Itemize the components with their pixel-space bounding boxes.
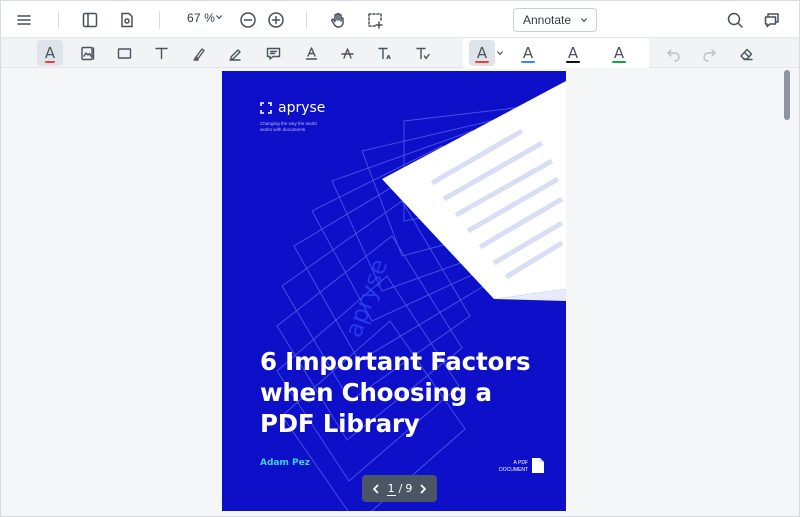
- eraser-button[interactable]: [733, 40, 759, 66]
- text-color-blue-icon: A: [522, 43, 534, 62]
- zoom-out-icon[interactable]: [235, 7, 261, 33]
- replace-text-tool[interactable]: [409, 40, 435, 66]
- current-page-input[interactable]: 1: [386, 482, 396, 496]
- undo-icon: [666, 48, 680, 62]
- header-divider: [159, 11, 160, 29]
- pan-hand-icon[interactable]: [325, 7, 351, 33]
- title-line: when Choosing a: [260, 378, 492, 407]
- header-divider: [58, 11, 59, 29]
- chevron-left-icon: [373, 484, 379, 493]
- zoom-in-icon[interactable]: [263, 7, 289, 33]
- color-swatch-red: [475, 61, 489, 63]
- redo-button[interactable]: [696, 40, 722, 66]
- highlighter-tool[interactable]: [186, 40, 212, 66]
- redo-icon: [702, 48, 716, 62]
- page-settings-icon[interactable]: [114, 7, 140, 33]
- free-hand-pen-icon: [228, 48, 241, 61]
- marquee-select-icon[interactable]: [362, 7, 388, 33]
- previous-page-button[interactable]: [368, 481, 384, 497]
- chevron-down-icon: [581, 18, 587, 23]
- page-indicator: 1 / 9: [386, 482, 413, 496]
- text-color-black-icon: A: [567, 43, 579, 62]
- color-preset-group: A A A A: [463, 38, 649, 68]
- title-line: 6 Important Factors: [260, 347, 531, 376]
- vertical-scrollbar-thumb[interactable]: [784, 70, 790, 120]
- brand-tagline: Changing the way the world works with do…: [260, 121, 317, 132]
- image-annotation-tool[interactable]: [74, 40, 100, 66]
- badge-line: A PDF: [513, 460, 528, 466]
- color-swatch-black: [566, 61, 580, 63]
- free-text-tool[interactable]: [148, 40, 174, 66]
- underline-text-tool[interactable]: [298, 40, 324, 66]
- insert-text-icon: [377, 47, 391, 59]
- pdf-page[interactable]: apryse apryse Changing the way the world…: [222, 71, 566, 511]
- svg-text:apryse: apryse: [339, 255, 393, 341]
- text-color-green-icon: A: [613, 43, 625, 62]
- total-pages: 9: [405, 482, 413, 495]
- document-file-icon: [532, 458, 544, 473]
- color-dropdown-chevron-icon[interactable]: [496, 49, 504, 57]
- page-navigation: 1 / 9: [362, 475, 437, 502]
- free-text-icon: [154, 47, 168, 59]
- next-page-button[interactable]: [415, 481, 431, 497]
- color-preset-blue[interactable]: A: [515, 40, 541, 66]
- comment-icon: [266, 47, 280, 60]
- rectangle-icon: [117, 47, 131, 59]
- highlighter-icon: [192, 47, 205, 61]
- apryse-logo-icon: [260, 102, 272, 114]
- insert-text-tool[interactable]: [371, 40, 397, 66]
- toolbar-mode-select[interactable]: Annotate: [513, 8, 597, 32]
- text-color-tool[interactable]: A: [37, 40, 63, 66]
- strikeout-text-tool[interactable]: [334, 40, 360, 66]
- text-color-red-icon: A: [476, 43, 488, 62]
- comments-panel-icon[interactable]: [759, 7, 785, 33]
- cover-illustration: apryse: [276, 81, 566, 511]
- search-icon[interactable]: [722, 7, 748, 33]
- rectangle-tool[interactable]: [111, 40, 137, 66]
- brand-name: apryse: [278, 100, 326, 116]
- brand-logo: apryse: [259, 100, 325, 116]
- replace-text-icon: [415, 47, 430, 59]
- pdf-viewer-window: 67 % Annotate A A A A A apryse apryse Ch…: [0, 0, 800, 517]
- zoom-dropdown-chevron-icon[interactable]: [215, 13, 223, 21]
- title-line: PDF Library: [260, 409, 420, 438]
- badge-line: DOCUMENT: [499, 467, 528, 473]
- underline-text-icon: [305, 46, 317, 60]
- image-annotation-icon: [80, 46, 94, 60]
- color-swatch-blue: [521, 61, 535, 63]
- document-title: 6 Important Factors when Choosing a PDF …: [260, 346, 560, 439]
- header-divider: [306, 11, 307, 29]
- page-separator: /: [398, 482, 403, 495]
- undo-button[interactable]: [660, 40, 686, 66]
- top-header: 67 % Annotate: [1, 1, 799, 38]
- strikeout-text-icon: [340, 47, 354, 59]
- text-color-icon: A: [44, 43, 56, 62]
- chevron-right-icon: [420, 484, 426, 493]
- document-badge: A PDF DOCUMENT: [490, 460, 528, 474]
- toggle-left-panel-icon[interactable]: [77, 7, 103, 33]
- author-name: Adam Pez: [260, 458, 310, 468]
- color-preset-red[interactable]: A: [469, 40, 495, 66]
- hamburger-menu-icon[interactable]: [11, 7, 37, 33]
- color-preset-green[interactable]: A: [606, 40, 632, 66]
- free-hand-tool[interactable]: [222, 40, 248, 66]
- comment-tool[interactable]: [260, 40, 286, 66]
- zoom-level[interactable]: 67 %: [187, 11, 215, 25]
- color-swatch-green: [612, 61, 626, 63]
- eraser-icon: [739, 48, 753, 60]
- text-color-swatch: [45, 61, 55, 63]
- color-preset-black[interactable]: A: [560, 40, 586, 66]
- annotation-toolbar: A A A A A: [1, 38, 799, 68]
